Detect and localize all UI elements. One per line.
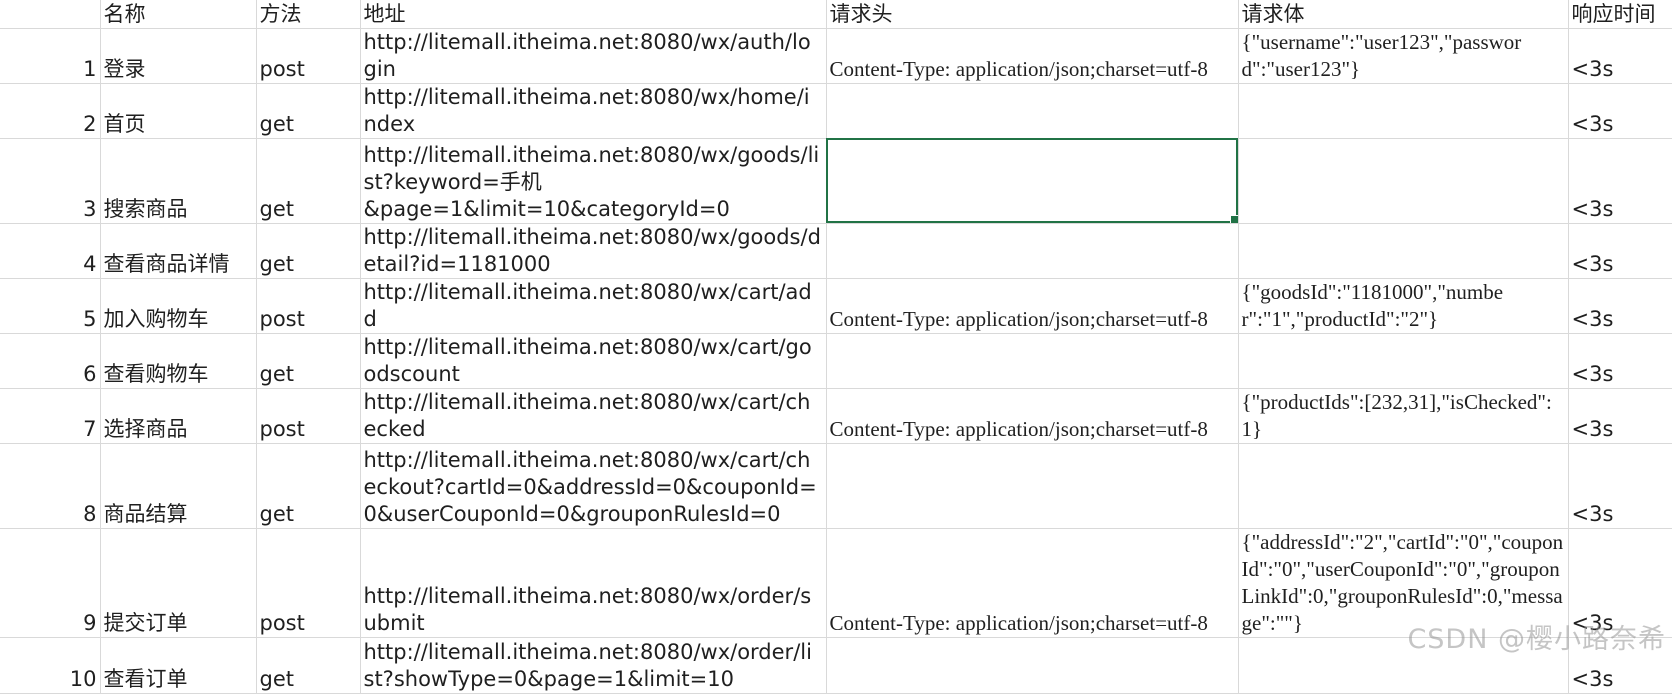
cell-response-time[interactable]: <3s bbox=[1568, 637, 1672, 694]
cell-response-time[interactable]: <3s bbox=[1568, 443, 1672, 529]
cell-method[interactable]: post bbox=[256, 28, 361, 84]
cell-response-time[interactable]: <3s bbox=[1568, 388, 1672, 444]
cell-method[interactable]: get bbox=[256, 637, 361, 694]
column-header-time[interactable]: 响应时间 bbox=[1568, 0, 1672, 29]
table-row: 3 搜索商品 get http://litemall.itheima.net:8080… bbox=[0, 138, 1672, 224]
table-row: 1 登录 post http://litemall.itheima.net:8080/… bbox=[0, 28, 1672, 84]
cell-request-header[interactable] bbox=[826, 443, 1239, 529]
cell-method[interactable]: get bbox=[256, 443, 361, 529]
cell-response-time[interactable]: <3s bbox=[1568, 83, 1672, 139]
row-number[interactable]: 8 bbox=[0, 443, 101, 529]
column-header-method[interactable]: 方法 bbox=[256, 0, 361, 29]
cell-request-body[interactable] bbox=[1238, 83, 1569, 139]
table-row: 5 加入购物车 post http://litemall.itheima.net:80… bbox=[0, 278, 1672, 334]
cell-request-body[interactable] bbox=[1238, 637, 1569, 694]
cell-url[interactable]: http://litemall.itheima.net:8080/wx/orde… bbox=[360, 637, 827, 694]
column-header-body[interactable]: 请求体 bbox=[1238, 0, 1569, 29]
row-number-header[interactable] bbox=[0, 0, 101, 29]
cell-request-body[interactable] bbox=[1238, 443, 1569, 529]
cell-url[interactable]: http://litemall.itheima.net:8080/wx/good… bbox=[360, 138, 827, 224]
column-header-name[interactable]: 名称 bbox=[100, 0, 257, 29]
cell-name[interactable]: 商品结算 bbox=[100, 443, 257, 529]
row-number[interactable]: 2 bbox=[0, 83, 101, 139]
row-number[interactable]: 7 bbox=[0, 388, 101, 444]
cell-request-header[interactable]: Content-Type: application/json;charset=u… bbox=[826, 278, 1239, 334]
table-row: 9 提交订单 post http://litemall.itheima.net:808… bbox=[0, 528, 1672, 638]
cell-name[interactable]: 查看购物车 bbox=[100, 333, 257, 389]
row-number[interactable]: 3 bbox=[0, 138, 101, 224]
cell-name[interactable]: 登录 bbox=[100, 28, 257, 84]
cell-method[interactable]: get bbox=[256, 138, 361, 224]
cell-name[interactable]: 首页 bbox=[100, 83, 257, 139]
cell-request-body[interactable]: {"goodsId":"1181000","number":"1","produ… bbox=[1238, 278, 1569, 334]
table-row: 4 查看商品详情 get http://litemall.itheima.net:80… bbox=[0, 223, 1672, 279]
spreadsheet: 名称 方法 地址 请求头 请求体 响应时间 1 登录 post http://litemall.i… bbox=[0, 0, 1672, 694]
cell-method[interactable]: post bbox=[256, 528, 361, 638]
cell-request-header[interactable] bbox=[826, 83, 1239, 139]
cell-url[interactable]: http://litemall.itheima.net:8080/wx/good… bbox=[360, 223, 827, 279]
cell-response-time[interactable]: <3s bbox=[1568, 333, 1672, 389]
cell-url[interactable]: http://litemall.itheima.net:8080/wx/home… bbox=[360, 83, 827, 139]
cell-request-body[interactable]: {"addressId":"2","cartId":"0","couponId"… bbox=[1238, 528, 1569, 638]
cell-url[interactable]: http://litemall.itheima.net:8080/wx/orde… bbox=[360, 528, 827, 638]
cell-method[interactable]: get bbox=[256, 223, 361, 279]
cell-name[interactable]: 查看订单 bbox=[100, 637, 257, 694]
cell-url[interactable]: http://litemall.itheima.net:8080/wx/cart… bbox=[360, 388, 827, 444]
table-row: 8 商品结算 get http://litemall.itheima.net:8080… bbox=[0, 443, 1672, 529]
header-row: 名称 方法 地址 请求头 请求体 响应时间 bbox=[0, 0, 1672, 29]
cell-request-body[interactable]: {"username":"user123","password":"user12… bbox=[1238, 28, 1569, 84]
cell-request-header[interactable]: Content-Type: application/json;charset=u… bbox=[826, 388, 1239, 444]
cell-response-time[interactable]: <3s bbox=[1568, 28, 1672, 84]
table-row: 10 查看订单 get http://litemall.itheima.net:808… bbox=[0, 637, 1672, 694]
column-header-url[interactable]: 地址 bbox=[360, 0, 827, 29]
cell-name[interactable]: 加入购物车 bbox=[100, 278, 257, 334]
cell-request-header[interactable]: Content-Type: application/json;charset=u… bbox=[826, 528, 1239, 638]
cell-request-body[interactable] bbox=[1238, 333, 1569, 389]
table-row: 6 查看购物车 get http://litemall.itheima.net:808… bbox=[0, 333, 1672, 389]
row-number[interactable]: 5 bbox=[0, 278, 101, 334]
table-row: 2 首页 get http://litemall.itheima.net:8080/w… bbox=[0, 83, 1672, 139]
row-number[interactable]: 10 bbox=[0, 637, 101, 694]
cell-response-time[interactable]: <3s bbox=[1568, 138, 1672, 224]
cell-response-time[interactable]: <3s bbox=[1568, 278, 1672, 334]
cell-name[interactable]: 提交订单 bbox=[100, 528, 257, 638]
cell-method[interactable]: get bbox=[256, 333, 361, 389]
cell-url[interactable]: http://litemall.itheima.net:8080/wx/auth… bbox=[360, 28, 827, 84]
cell-request-header[interactable] bbox=[826, 333, 1239, 389]
cell-response-time[interactable]: <3s bbox=[1568, 528, 1672, 638]
api-test-table: 名称 方法 地址 请求头 请求体 响应时间 1 登录 post http://litemall.i… bbox=[0, 0, 1672, 694]
cell-url[interactable]: http://litemall.itheima.net:8080/wx/cart… bbox=[360, 443, 827, 529]
cell-name[interactable]: 查看商品详情 bbox=[100, 223, 257, 279]
row-number[interactable]: 1 bbox=[0, 28, 101, 84]
fill-handle[interactable] bbox=[1229, 214, 1237, 222]
row-number[interactable]: 4 bbox=[0, 223, 101, 279]
selected-cell[interactable] bbox=[826, 138, 1239, 224]
cell-name[interactable]: 选择商品 bbox=[100, 388, 257, 444]
cell-method[interactable]: post bbox=[256, 388, 361, 444]
cell-request-body[interactable] bbox=[1238, 223, 1569, 279]
cell-url[interactable]: http://litemall.itheima.net:8080/wx/cart… bbox=[360, 333, 827, 389]
row-number[interactable]: 6 bbox=[0, 333, 101, 389]
cell-request-body[interactable] bbox=[1238, 138, 1569, 224]
cell-method[interactable]: get bbox=[256, 83, 361, 139]
cell-response-time[interactable]: <3s bbox=[1568, 223, 1672, 279]
cell-request-header[interactable] bbox=[826, 223, 1239, 279]
cell-request-body[interactable]: {"productIds":[232,31],"isChecked":1} bbox=[1238, 388, 1569, 444]
cell-request-header[interactable]: Content-Type: application/json;charset=u… bbox=[826, 28, 1239, 84]
cell-request-header[interactable] bbox=[826, 637, 1239, 694]
cell-name[interactable]: 搜索商品 bbox=[100, 138, 257, 224]
table-row: 7 选择商品 post http://litemall.itheima.net:808… bbox=[0, 388, 1672, 444]
column-header-header[interactable]: 请求头 bbox=[826, 0, 1239, 29]
cell-url[interactable]: http://litemall.itheima.net:8080/wx/cart… bbox=[360, 278, 827, 334]
row-number[interactable]: 9 bbox=[0, 528, 101, 638]
cell-method[interactable]: post bbox=[256, 278, 361, 334]
